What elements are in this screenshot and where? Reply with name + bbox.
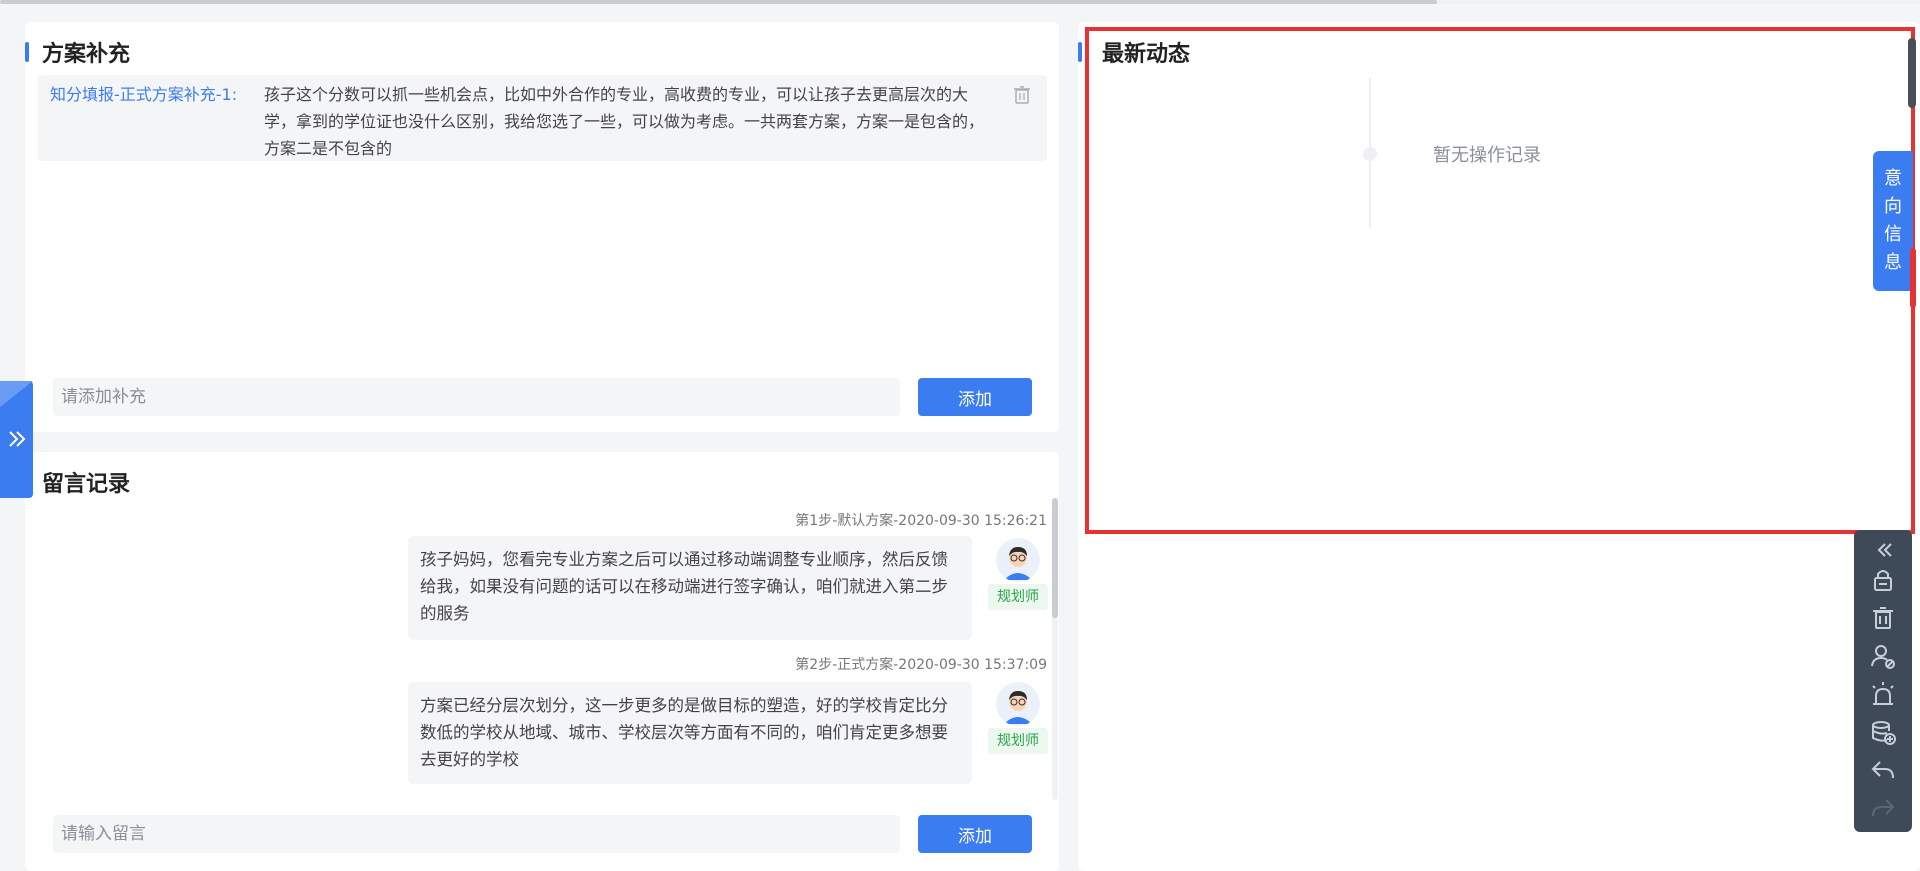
- supplement-item: 知分填报-正式方案补充-1: 孩子这个分数可以抓一些机会点，比如中外合作的专业，…: [38, 75, 1047, 161]
- empty-activity-text: 暂无操作记录: [1433, 145, 1541, 166]
- forward-icon[interactable]: [1867, 792, 1899, 824]
- collapse-icon[interactable]: [1867, 534, 1899, 566]
- latest-title: 最新动态: [1102, 42, 1191, 67]
- message-meta: 第2步-正式方案-2020-09-30 15:37:09: [795, 657, 1047, 673]
- trash-icon[interactable]: [1013, 85, 1031, 105]
- message-input[interactable]: [53, 815, 900, 853]
- trash-icon[interactable]: [1867, 602, 1899, 634]
- database-add-icon[interactable]: [1867, 716, 1899, 748]
- fold-corner: [0, 381, 33, 407]
- supplement-input[interactable]: [53, 378, 900, 416]
- intent-char: 息: [1884, 252, 1902, 273]
- user-block-icon[interactable]: [1867, 640, 1899, 672]
- message-bubble: 孩子妈妈，您看完专业方案之后可以通过移动端调整专业顺序，然后反馈给我，如果没有问…: [408, 536, 972, 640]
- supplement-text: 孩子这个分数可以抓一些机会点，比如中外合作的专业，高收费的专业，可以让孩子去更高…: [264, 85, 985, 158]
- expand-sidebar-button[interactable]: [0, 381, 33, 498]
- intent-info-tab[interactable]: 意 向 信 息: [1873, 151, 1913, 291]
- right-edge-marker: [1910, 248, 1916, 308]
- add-message-button[interactable]: 添加: [918, 815, 1032, 853]
- role-badge: 规划师: [988, 728, 1048, 754]
- tool-panel: [1854, 530, 1912, 832]
- lock-icon[interactable]: [1867, 564, 1899, 596]
- message-meta: 第1步-默认方案-2020-09-30 15:26:21: [795, 513, 1047, 529]
- messages-title: 留言记录: [42, 472, 131, 497]
- scrollbar-thumb[interactable]: [0, 0, 1437, 4]
- messages-scrollbar-thumb[interactable]: [1052, 498, 1058, 618]
- message-text: 孩子妈妈，您看完专业方案之后可以通过移动端调整专业顺序，然后反馈给我，如果没有问…: [420, 550, 948, 623]
- reply-icon[interactable]: [1867, 754, 1899, 786]
- right-edge-handle[interactable]: [1908, 38, 1916, 108]
- planner-avatar-icon: [996, 538, 1040, 582]
- timeline-dot: [1363, 147, 1377, 161]
- message-bubble: 方案已经分层次划分，这一步更多的是做目标的塑造，好的学校肯定比分数低的学校从地域…: [408, 682, 972, 784]
- add-supplement-button[interactable]: 添加: [918, 378, 1032, 416]
- planner-avatar-icon: [996, 682, 1040, 726]
- alarm-icon[interactable]: [1867, 678, 1899, 710]
- supplement-title: 方案补充: [42, 42, 131, 67]
- double-chevron-right-icon: [9, 431, 26, 447]
- title-accent: [25, 42, 29, 62]
- intent-char: 信: [1884, 224, 1902, 245]
- title-accent: [1078, 42, 1082, 62]
- supplement-label: 知分填报-正式方案补充-1:: [50, 85, 238, 104]
- horizontal-scrollbar[interactable]: [0, 0, 1920, 4]
- intent-char: 意: [1884, 168, 1902, 189]
- intent-char: 向: [1884, 196, 1902, 217]
- role-badge: 规划师: [988, 584, 1048, 610]
- message-text: 方案已经分层次划分，这一步更多的是做目标的塑造，好的学校肯定比分数低的学校从地域…: [420, 696, 948, 769]
